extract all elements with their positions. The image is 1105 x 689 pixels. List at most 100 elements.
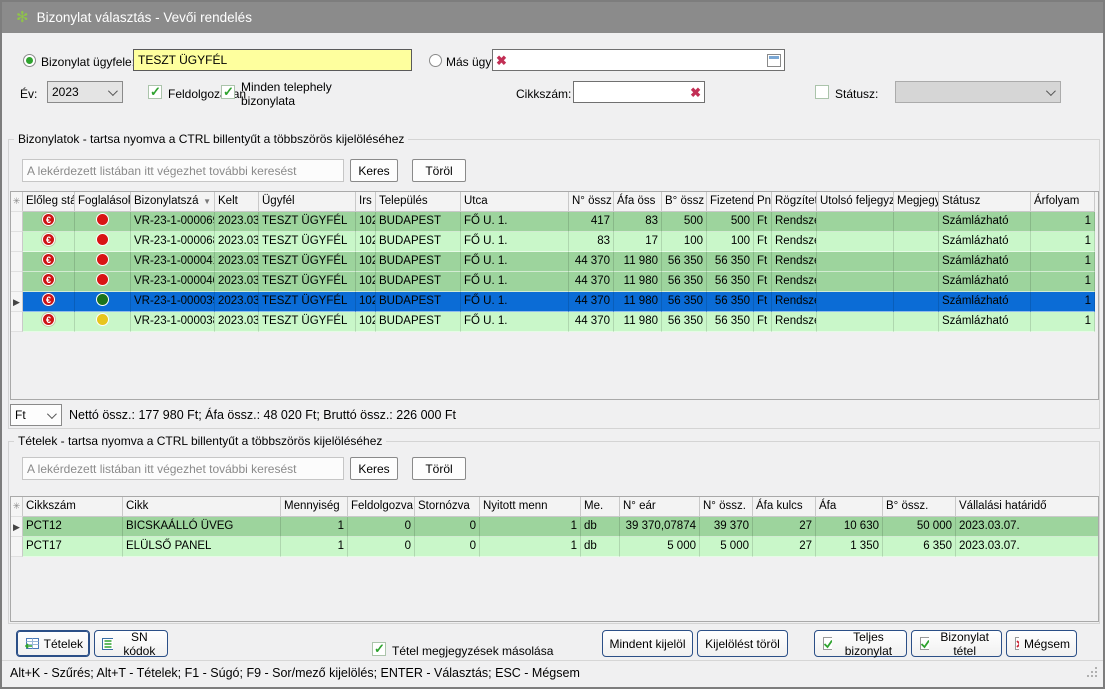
customer-input[interactable] [133, 49, 412, 71]
column-header-last_note[interactable]: Utolsó feljegyzé [817, 192, 894, 212]
status-filter-checkbox[interactable] [815, 85, 829, 99]
column-header-cancelled[interactable]: Stornózva [415, 497, 480, 517]
currency-select[interactable]: Ft [10, 404, 62, 426]
column-header-zip[interactable]: Irs [356, 192, 376, 212]
column-header-unit[interactable]: Me. [581, 497, 620, 517]
documents-table-row[interactable]: €VR-23-1-0000402023.03.TESZT ÜGYFÉL102BU… [11, 272, 1098, 292]
items-search-button[interactable]: Keres [350, 457, 398, 480]
column-header-payable[interactable]: Fizetend [707, 192, 754, 212]
cell-deadline: 2023.03.07. [956, 537, 1099, 557]
column-header-currency[interactable]: Pn [754, 192, 772, 212]
column-header-doc_no[interactable]: Bizonylatszá▼ [131, 192, 215, 212]
cell-vat: 10 630 [816, 517, 883, 537]
full-document-button[interactable]: Teljes bizonylat [814, 630, 907, 657]
documents-table-row[interactable]: ▶€VR-23-1-0000392023.03.TESZT ÜGYFÉL102B… [11, 292, 1098, 312]
column-header-status[interactable]: Státusz [939, 192, 1031, 212]
reservation-dot-icon [96, 213, 109, 226]
column-header-vat[interactable]: Áfa [816, 497, 883, 517]
column-header-qty[interactable]: Mennyiség [281, 497, 348, 517]
item-number-field[interactable]: ✖ [573, 81, 705, 103]
select-all-button[interactable]: Mindent kijelöl [602, 630, 693, 657]
reservation-dot-icon [96, 313, 109, 326]
column-header-code[interactable]: Cikkszám [23, 497, 123, 517]
items-detail-button[interactable]: Tételek [16, 630, 90, 657]
column-header-label: Település [379, 192, 428, 211]
column-header-net[interactable]: N° össz. [700, 497, 753, 517]
unprocessed-checkbox[interactable] [148, 85, 162, 99]
all-sites-checkbox[interactable] [221, 85, 235, 99]
cell-city: BUDAPEST [376, 312, 461, 332]
column-header-label: Áfa öss [617, 192, 655, 211]
documents-search-button[interactable]: Keres [350, 159, 398, 182]
cell-name: ELÜLSŐ PANEL [123, 537, 281, 557]
cell-net: 39 370 [700, 517, 753, 537]
cell-city: BUDAPEST [376, 272, 461, 292]
document-item-button[interactable]: Bizonylat tétel [911, 630, 1002, 657]
items-table-row[interactable]: PCT17ELÜLSŐ PANEL1001db5 0005 000271 350… [11, 537, 1098, 557]
items-clear-button[interactable]: Töröl [412, 457, 466, 480]
documents-table-row[interactable]: €VR-23-1-0000412023.03.TESZT ÜGYFÉL102BU… [11, 252, 1098, 272]
documents-clear-button[interactable]: Töröl [412, 159, 466, 182]
advance-euro-icon: € [42, 273, 55, 286]
cell-street: FŐ U. 1. [461, 252, 569, 272]
column-header-vat_key[interactable]: Áfa kulcs [753, 497, 816, 517]
column-header-name[interactable]: Cikk [123, 497, 281, 517]
cell-note [894, 292, 939, 312]
column-header-processed[interactable]: Feldolgozva [348, 497, 415, 517]
column-header-street[interactable]: Utca [461, 192, 569, 212]
column-header-open_qty[interactable]: Nyitott menn [480, 497, 581, 517]
column-header-reservation[interactable]: Foglalások [75, 192, 131, 212]
column-header-marker[interactable]: ✳ [11, 497, 23, 517]
clear-selection-label: Kijelölést töröl [705, 637, 780, 651]
other-customer-lookup-field[interactable]: ✖ [492, 49, 785, 71]
column-header-advance[interactable]: Előleg stá [23, 192, 75, 212]
column-header-customer[interactable]: Ügyfél [259, 192, 356, 212]
lookup-picker-icon[interactable] [767, 54, 781, 67]
documents-table-row[interactable]: €VR-23-1-0000692023.03.TESZT ÜGYFÉL102BU… [11, 212, 1098, 232]
titlebar[interactable]: ✻ Bizonylat választás - Vevői rendelés [2, 2, 1103, 33]
column-header-net[interactable]: N° össz [569, 192, 614, 212]
cell-processed: 0 [348, 517, 415, 537]
documents-table-row[interactable]: €VR-23-1-0000682023.03.TESZT ÜGYFÉL102BU… [11, 232, 1098, 252]
cell-zip: 102 [356, 232, 376, 252]
sn-codes-button[interactable]: SN kódok [94, 630, 168, 657]
cell-recorded: Rendszer [772, 212, 817, 232]
documents-table-row[interactable]: €VR-23-1-0000382023.03.TESZT ÜGYFÉL102BU… [11, 312, 1098, 332]
column-header-gross[interactable]: B° össz. [883, 497, 956, 517]
totals-text: Nettó össz.: 177 980 Ft; Áfa össz.: 48 0… [69, 404, 456, 426]
cell-unit_price: 39 370,07874 [620, 517, 700, 537]
cancel-button[interactable]: Mégsem [1006, 630, 1077, 657]
column-header-date[interactable]: Kelt [215, 192, 259, 212]
column-header-marker[interactable]: ✳ [11, 192, 23, 212]
cell-rate: 1 [1031, 212, 1095, 232]
cell-status: Számlázható [939, 252, 1031, 272]
cell-vat_key: 27 [753, 517, 816, 537]
clear-x-icon[interactable]: ✖ [690, 86, 701, 99]
column-header-note[interactable]: Megjegy [894, 192, 939, 212]
chevron-down-icon [1046, 86, 1056, 96]
column-header-rate[interactable]: Árfolyam [1031, 192, 1095, 212]
documents-search-input[interactable] [22, 159, 344, 182]
copy-notes-checkbox[interactable] [372, 642, 386, 656]
cell-unit_price: 5 000 [620, 537, 700, 557]
year-select[interactable]: 2023 [47, 81, 123, 103]
clear-x-icon[interactable]: ✖ [496, 54, 507, 67]
cell-vat: 11 980 [614, 312, 662, 332]
document-customer-radio[interactable] [23, 54, 36, 67]
cell-street: FŐ U. 1. [461, 312, 569, 332]
document-check-icon [821, 636, 832, 651]
status-select[interactable] [895, 81, 1061, 103]
column-header-vat[interactable]: Áfa öss [614, 192, 662, 212]
column-header-recorded[interactable]: Rögzítet [772, 192, 817, 212]
column-header-label: Megjegy [897, 192, 939, 211]
column-header-deadline[interactable]: Vállalási határidő [956, 497, 1099, 517]
column-header-gross[interactable]: B° össz [662, 192, 707, 212]
resize-grip[interactable] [1095, 675, 1097, 677]
column-header-city[interactable]: Település [376, 192, 461, 212]
reservation-dot-icon [96, 293, 109, 306]
other-customer-radio[interactable] [429, 54, 442, 67]
column-header-unit_price[interactable]: N° eár [620, 497, 700, 517]
items-table-row[interactable]: ▶PCT12BICSKAÁLLÓ ÜVEG1001db39 370,078743… [11, 517, 1098, 537]
clear-selection-button[interactable]: Kijelölést töröl [697, 630, 788, 657]
items-search-input[interactable] [22, 457, 344, 480]
